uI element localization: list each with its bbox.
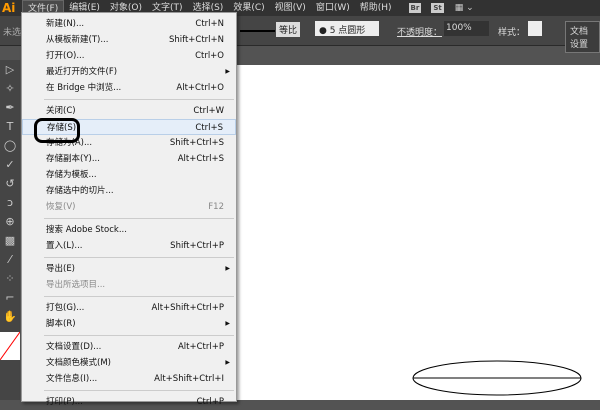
menu-item-label: 置入(L)...	[46, 241, 83, 251]
stroke-preview	[240, 30, 275, 32]
hand-tool-icon[interactable]: ✋	[0, 307, 20, 326]
menu-item[interactable]: 脚本(R) ▶	[22, 316, 236, 332]
magic-wand-tool-icon[interactable]: ✧	[0, 79, 20, 98]
app-logo: Ai	[2, 1, 16, 15]
menu-separator	[44, 218, 234, 219]
menu-item-label: 导出(E)	[46, 264, 76, 274]
menu-item-label: 存储为模板...	[46, 170, 97, 180]
menu-item-shortcut: Alt+Ctrl+O	[176, 83, 224, 93]
type-tool-icon[interactable]: T	[0, 117, 20, 136]
ellipse-tool-icon[interactable]: ◯	[0, 136, 20, 155]
brush-select[interactable]: ● 5 点圆形	[315, 21, 379, 36]
menu-item[interactable]: 在 Bridge 中浏览... Alt+Ctrl+O	[22, 80, 236, 96]
menu-item[interactable]: 打印(P)... Ctrl+P	[22, 394, 236, 410]
save-annotation-circle	[34, 118, 80, 143]
menu-item[interactable]: 文档设置(D)... Alt+Ctrl+P	[22, 339, 236, 355]
menu-item[interactable]: 打开(O)... Ctrl+O	[22, 48, 236, 64]
menu-item-label: 文档颜色模式(M)	[46, 358, 111, 368]
workspace-icon[interactable]: ▦ ⌄	[455, 3, 474, 13]
menu-item-shortcut: Ctrl+O	[195, 51, 224, 61]
menu-item-shortcut: Alt+Ctrl+S	[177, 154, 224, 164]
menu-item[interactable]: 文件信息(I)... Alt+Shift+Ctrl+I	[22, 371, 236, 387]
menu-item[interactable]: 关闭(C) Ctrl+W	[22, 103, 236, 119]
warp-tool-icon[interactable]: ↄ	[0, 193, 20, 212]
menu-separator	[44, 335, 234, 336]
menu-item[interactable]: 存储副本(Y)... Alt+Ctrl+S	[22, 151, 236, 167]
document-setup-button[interactable]: 文档设置	[565, 21, 600, 53]
menu-window[interactable]: 窗口(W)	[311, 0, 355, 16]
style-swatch[interactable]	[528, 21, 542, 36]
brush-tool-icon[interactable]: ✓	[0, 155, 20, 174]
menu-separator	[44, 296, 234, 297]
menu-item-label: 恢复(V)	[46, 202, 76, 212]
menu-item-label: 从模板新建(T)...	[46, 35, 109, 45]
symbol-sprayer-tool-icon[interactable]: ⁘	[0, 269, 20, 288]
file-menu-dropdown: 新建(N)... Ctrl+N 从模板新建(T)... Shift+Ctrl+N 打开(…	[21, 12, 237, 407]
menu-item-shortcut: Ctrl+S	[195, 123, 223, 133]
menu-help[interactable]: 帮助(H)	[355, 0, 397, 16]
menu-item-label: 脚本(R)	[46, 319, 76, 329]
menu-separator	[44, 390, 234, 391]
menu-item-label: 存储选中的切片...	[46, 186, 114, 196]
menu-item-label: 新建(N)...	[46, 19, 85, 29]
menu-item[interactable]: 打包(G)... Alt+Shift+Ctrl+P	[22, 300, 236, 316]
menu-item-shortcut: F12	[208, 202, 224, 212]
direct-selection-tool-icon[interactable]: ▷	[0, 60, 20, 79]
menu-item[interactable]: 文档颜色模式(M) ▶	[22, 355, 236, 371]
stock-button[interactable]: St	[431, 3, 444, 13]
menu-item-label: 文件信息(I)...	[46, 374, 98, 384]
menu-item-shortcut: Ctrl+N	[195, 19, 224, 29]
menu-item-shortcut: Ctrl+W	[193, 106, 224, 116]
mesh-tool-icon[interactable]: ▩	[0, 231, 20, 250]
submenu-arrow-icon: ▶	[225, 320, 230, 327]
menu-item-label: 关闭(C)	[46, 106, 76, 116]
menu-separator	[44, 257, 234, 258]
menu-item-label: 打包(G)...	[46, 303, 85, 313]
menu-view[interactable]: 视图(V)	[270, 0, 311, 16]
menu-item[interactable]: 置入(L)... Shift+Ctrl+P	[22, 238, 236, 254]
menu-item-shortcut: Alt+Shift+Ctrl+P	[151, 303, 224, 313]
selection-status: 未选	[3, 28, 22, 38]
menu-item-shortcut: Shift+Ctrl+P	[170, 241, 224, 251]
menu-item[interactable]: 存储选中的切片...	[22, 183, 236, 199]
submenu-arrow-icon: ▶	[225, 68, 230, 75]
menu-item[interactable]: 搜索 Adobe Stock...	[22, 222, 236, 238]
submenu-arrow-icon: ▶	[225, 359, 230, 366]
rotate-tool-icon[interactable]: ↺	[0, 174, 20, 193]
artboard-tool-icon[interactable]: ⌐	[0, 288, 20, 307]
menu-item-label: 搜索 Adobe Stock...	[46, 225, 127, 235]
menu-item-shortcut: Ctrl+P	[196, 397, 224, 407]
menu-item-label: 在 Bridge 中浏览...	[46, 83, 122, 93]
style-label: 样式：	[498, 28, 526, 38]
menu-item[interactable]: 新建(N)... Ctrl+N	[22, 16, 236, 32]
menu-item: 恢复(V) F12	[22, 199, 236, 215]
menu-item-shortcut: Shift+Ctrl+S	[169, 138, 224, 148]
menu-item-label: 打印(P)...	[46, 397, 83, 407]
opacity-label[interactable]: 不透明度：	[397, 25, 442, 38]
menu-item-label: 打开(O)...	[46, 51, 85, 61]
menu-item[interactable]: 从模板新建(T)... Shift+Ctrl+N	[22, 32, 236, 48]
menu-item[interactable]: 最近打开的文件(F) ▶	[22, 64, 236, 80]
menu-item-shortcut: Alt+Shift+Ctrl+I	[154, 374, 224, 384]
menu-item-label: 存储副本(Y)...	[46, 154, 100, 164]
shape-builder-tool-icon[interactable]: ⊕	[0, 212, 20, 231]
menu-item-label: 最近打开的文件(F)	[46, 67, 118, 77]
ratio-select[interactable]: 等比	[276, 22, 301, 37]
bridge-button[interactable]: Br	[408, 3, 422, 13]
menu-item[interactable]: 导出(E) ▶	[22, 261, 236, 277]
pen-tool-icon[interactable]: ✒	[0, 98, 20, 117]
menu-item-shortcut: Shift+Ctrl+N	[168, 35, 224, 45]
eyedropper-tool-icon[interactable]: ⁄	[0, 250, 20, 269]
menu-item-label: 文档设置(D)...	[46, 342, 102, 352]
submenu-arrow-icon: ▶	[225, 265, 230, 272]
toolbox: ▷ ✧ ✒ T ◯ ✓ ↺ ↄ ⊕ ▩ ⁄ ⁘ ⌐ ✋	[0, 60, 21, 400]
fill-swatch-icon[interactable]	[0, 331, 21, 361]
opacity-input[interactable]: 100%	[444, 21, 489, 36]
menu-item: 导出所选项目...	[22, 277, 236, 293]
menu-separator	[44, 99, 234, 100]
menu-item[interactable]: 存储为模板...	[22, 167, 236, 183]
menu-item-label: 导出所选项目...	[46, 280, 106, 290]
menu-item-shortcut: Alt+Ctrl+P	[177, 342, 224, 352]
